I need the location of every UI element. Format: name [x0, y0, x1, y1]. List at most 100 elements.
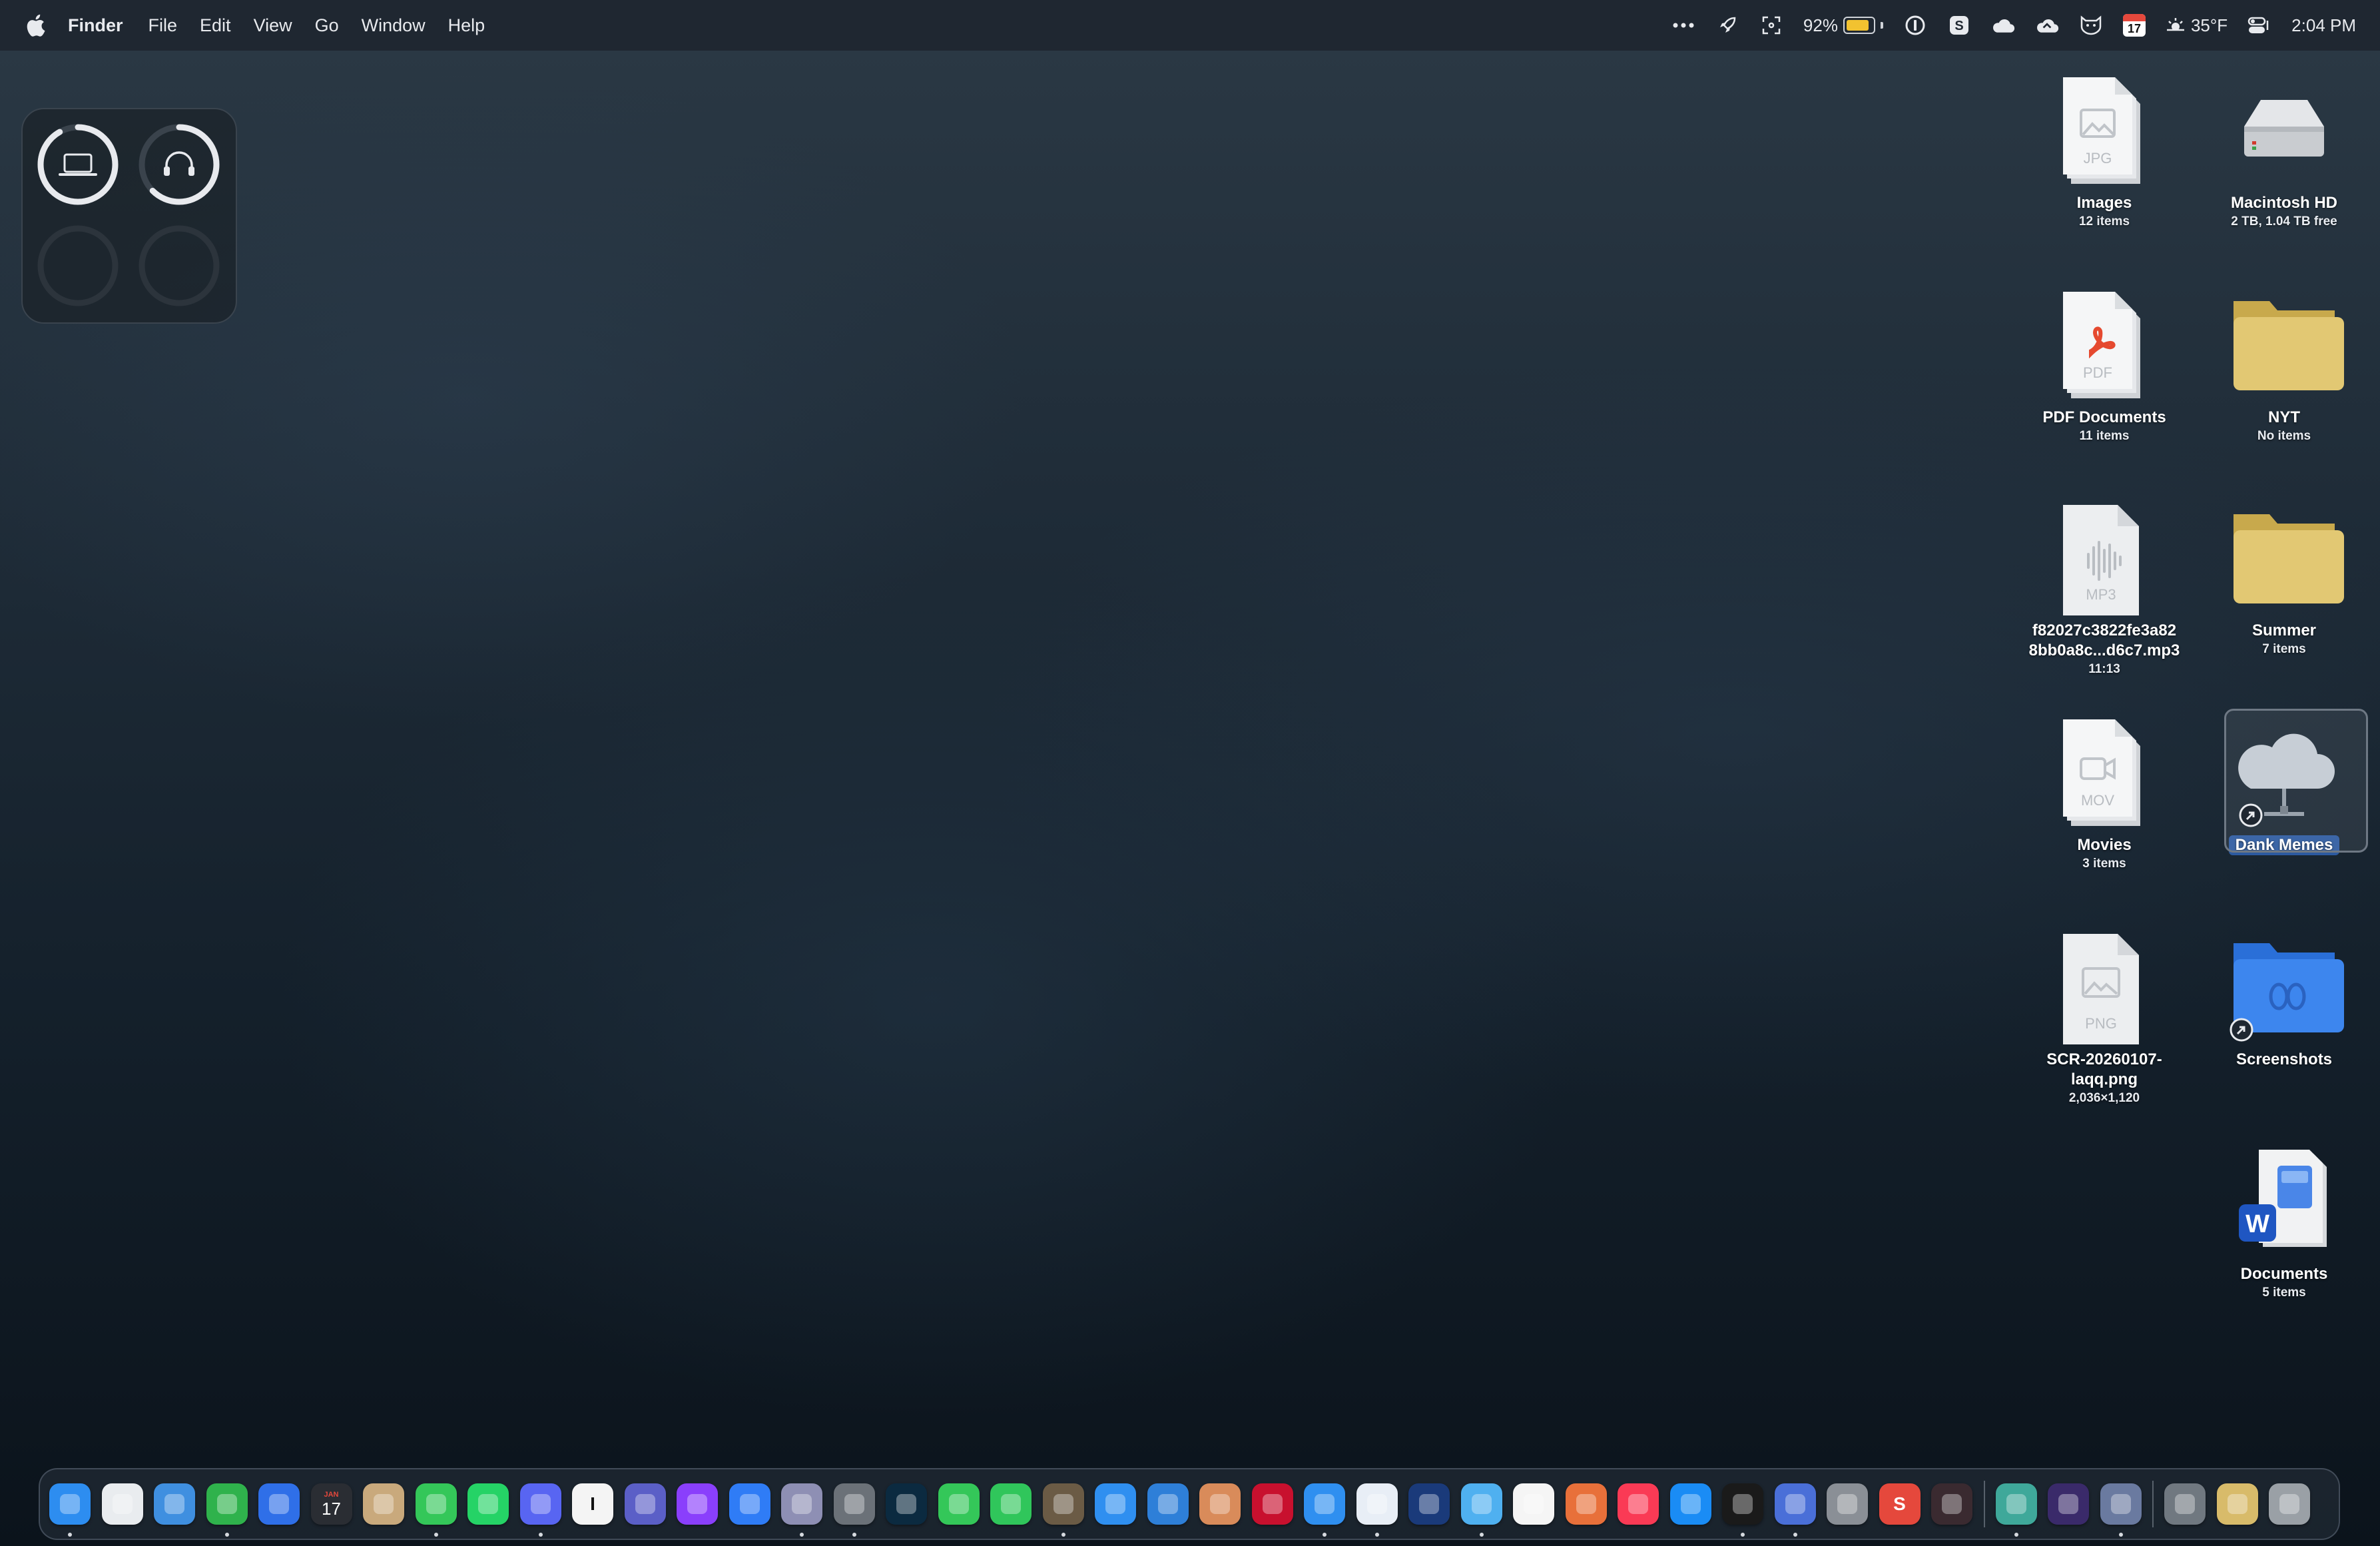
- weather-widget[interactable]: 35°F: [2166, 15, 2228, 36]
- dock-app-things[interactable]: [729, 1483, 770, 1525]
- menu-view[interactable]: View: [254, 15, 292, 36]
- dock-app-webex[interactable]: [886, 1483, 927, 1525]
- dock-app-messages[interactable]: [415, 1483, 457, 1537]
- teams-icon: [635, 1494, 655, 1514]
- cloud-icon[interactable]: [1991, 13, 2015, 37]
- instapaper-blue-icon: [1366, 1494, 1387, 1514]
- trash-icon: [2279, 1494, 2299, 1514]
- dock-app-whatsapp[interactable]: [467, 1483, 509, 1525]
- dock-app-music[interactable]: [1618, 1483, 1659, 1525]
- control-center-icon[interactable]: [2247, 13, 2271, 37]
- dock-app-ipad-app[interactable]: [1774, 1483, 1816, 1537]
- dock-app-instapaper-blue[interactable]: [1356, 1483, 1398, 1537]
- calendar-icon[interactable]: 17: [2122, 14, 2146, 37]
- tableplus-icon: [792, 1494, 812, 1514]
- dock-app-teams[interactable]: [624, 1483, 666, 1525]
- dock-app-teamviewer[interactable]: [1408, 1483, 1450, 1525]
- fullscreen-icon[interactable]: [1759, 13, 1783, 37]
- desktop-icon-dank-memes[interactable]: Dank Memes: [2194, 709, 2374, 855]
- menu-app-name[interactable]: Finder: [68, 15, 123, 36]
- desktop-icon-documents[interactable]: W Documents 5 items: [2194, 1144, 2374, 1302]
- dock-app-link-tool[interactable]: [1995, 1483, 2037, 1537]
- dock-app-safari[interactable]: [1095, 1483, 1136, 1525]
- word-document-stack-icon: W: [2239, 1150, 2327, 1247]
- desktop-icon-macintosh-hd[interactable]: Macintosh HD 2 TB, 1.04 TB free: [2194, 73, 2374, 230]
- pdf-stack-icon: PDF: [2063, 292, 2140, 398]
- apple-icon[interactable]: [25, 14, 45, 37]
- more-icon[interactable]: [1671, 13, 1695, 37]
- finder-icon: [60, 1494, 80, 1514]
- dock-app-obsidian[interactable]: [2048, 1483, 2089, 1525]
- dock-app-phone[interactable]: [938, 1483, 980, 1525]
- 1password-icon[interactable]: [1903, 13, 1927, 37]
- teamviewer-icon: [1419, 1494, 1439, 1514]
- menu-help[interactable]: Help: [448, 15, 485, 36]
- dock-app-pixelmator[interactable]: [1565, 1483, 1607, 1525]
- desktop-icon-mp3-file[interactable]: MP3 f82027c3822fe3a82 8bb0a8c...d6c7.mp3…: [2014, 501, 2194, 678]
- slack-icon: [844, 1494, 864, 1514]
- affinity-icon: [1053, 1494, 1073, 1514]
- dock-app-notes-app[interactable]: [677, 1483, 718, 1525]
- dock-app-photos[interactable]: [1513, 1483, 1554, 1525]
- dock-app-affinity-pub[interactable]: [1931, 1483, 1972, 1525]
- desktop-icon-screenshots[interactable]: Screenshots: [2194, 930, 2374, 1070]
- shield-cat-icon[interactable]: [2079, 13, 2103, 37]
- dock-app-chatgpt[interactable]: [1722, 1483, 1763, 1537]
- dock-app-scrivener[interactable]: S: [1879, 1483, 1921, 1525]
- dock-app-downloads-folder[interactable]: [2216, 1483, 2258, 1525]
- battery-ring-laptop: [37, 124, 119, 205]
- dock-app-facetime[interactable]: [990, 1483, 1032, 1525]
- rocket-icon[interactable]: [1715, 13, 1739, 37]
- disk-utility-icon: [2110, 1494, 2131, 1514]
- desktop-icon-pdf-documents[interactable]: PDF PDF Documents 11 items: [2014, 288, 2194, 445]
- dock-app-bookmark[interactable]: [1304, 1483, 1345, 1537]
- png-file-icon: PNG: [2063, 934, 2139, 1044]
- dock-app-evernote[interactable]: [206, 1483, 248, 1537]
- batteries-widget[interactable]: [21, 108, 237, 324]
- dock-app-discord[interactable]: [519, 1483, 561, 1537]
- folder-icon: [2233, 514, 2344, 603]
- running-indicator: [1793, 1533, 1797, 1537]
- dock-app-disk-utility[interactable]: [2100, 1483, 2142, 1537]
- menu-edit[interactable]: Edit: [200, 15, 231, 36]
- s-app-icon[interactable]: S: [1947, 13, 1971, 37]
- menu-window[interactable]: Window: [362, 15, 426, 36]
- menu-go[interactable]: Go: [315, 15, 339, 36]
- dock-app-trash[interactable]: [2269, 1483, 2310, 1525]
- dock-app-slack[interactable]: [833, 1483, 875, 1537]
- dock-app-launchpad[interactable]: [101, 1483, 143, 1525]
- dock-app-weather[interactable]: [154, 1483, 195, 1525]
- running-indicator: [2118, 1533, 2123, 1537]
- dock-app-maps[interactable]: [1460, 1483, 1502, 1537]
- dock-app-finder[interactable]: [49, 1483, 91, 1537]
- menu-clock[interactable]: 2:04 PM: [2291, 15, 2356, 36]
- battery-status[interactable]: 92%: [1803, 15, 1883, 36]
- dock-app-system-settings[interactable]: [1827, 1483, 1868, 1525]
- menu-bar: Finder File Edit View Go Window Help 92%…: [0, 0, 2380, 51]
- cloud-sync-icon[interactable]: [2035, 13, 2059, 37]
- discord-icon: [530, 1494, 551, 1514]
- dock-app-spark[interactable]: [258, 1483, 300, 1525]
- dock-app-acrobat[interactable]: [1251, 1483, 1293, 1525]
- dock-app-affinity[interactable]: [1042, 1483, 1084, 1537]
- link-tool-icon: [2006, 1494, 2026, 1514]
- desktop-icon-nyt[interactable]: NYT No items: [2194, 288, 2374, 445]
- desktop-icon-screenshot-file[interactable]: PNG SCR-20260107- laqq.png 2,036×1,120: [2014, 930, 2194, 1107]
- dock-app-package[interactable]: [1199, 1483, 1241, 1525]
- desktop-icon-images[interactable]: JPG Images 12 items: [2014, 73, 2194, 230]
- hard-drive-icon: [2244, 100, 2324, 157]
- weather-icon: [164, 1494, 184, 1514]
- desktop-icon-summer[interactable]: Summer 7 items: [2194, 501, 2374, 658]
- dock-app-network-share[interactable]: [2164, 1483, 2206, 1525]
- dock-app-tableplus[interactable]: [781, 1483, 822, 1537]
- dock-app-contacts[interactable]: [363, 1483, 404, 1525]
- dock-app-windows-app[interactable]: [1147, 1483, 1189, 1525]
- dock-app-app-store[interactable]: [1669, 1483, 1711, 1525]
- menu-file[interactable]: File: [149, 15, 178, 36]
- notes-app-icon: [687, 1494, 707, 1514]
- maps-icon: [1471, 1494, 1492, 1514]
- dock-app-instapaper[interactable]: I: [572, 1483, 613, 1525]
- desktop-icon-movies[interactable]: MOV Movies 3 items: [2014, 715, 2194, 873]
- dock-app-calendar[interactable]: JAN 17: [310, 1483, 352, 1525]
- evernote-icon: [216, 1494, 237, 1514]
